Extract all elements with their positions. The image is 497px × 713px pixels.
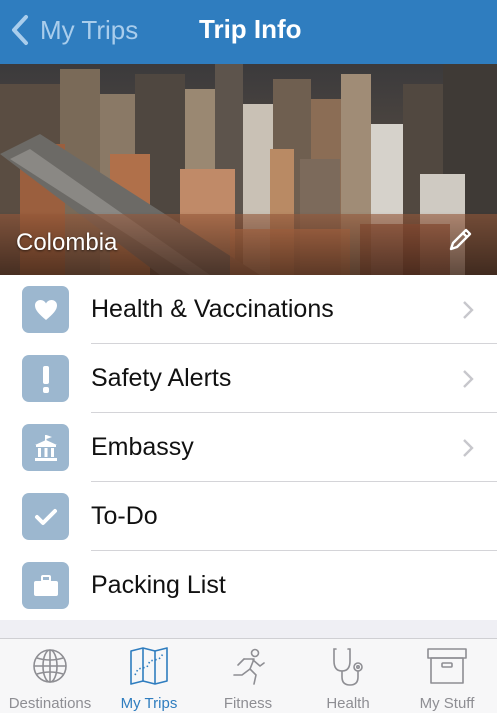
tab-label: My Stuff: [419, 695, 475, 712]
map-icon: [130, 647, 168, 685]
globe-icon: [33, 649, 67, 683]
tab-fitness[interactable]: Fitness: [198, 639, 298, 713]
list-item-label: To-Do: [91, 502, 158, 530]
chevron-right-icon: [463, 370, 474, 388]
back-button[interactable]: My Trips: [8, 10, 138, 50]
list-item-label: Health & Vaccinations: [91, 295, 334, 323]
chevron-right-icon: [463, 301, 474, 319]
tab-bar: Destinations My Trips Fitness Health My …: [0, 638, 497, 713]
tab-label: Fitness: [223, 695, 273, 712]
list-item-label: Embassy: [91, 433, 194, 461]
trip-info-list: Health & Vaccinations Safety Alerts Emba…: [0, 275, 497, 620]
tab-health[interactable]: Health: [298, 639, 398, 713]
nav-bar: My Trips Trip Info: [0, 0, 497, 64]
list-item-embassy[interactable]: Embassy: [0, 413, 497, 482]
list-item-label: Packing List: [91, 571, 226, 599]
tab-label: Health: [326, 695, 370, 712]
exclamation-icon: [22, 355, 69, 402]
list-item-to-do[interactable]: To-Do: [0, 482, 497, 551]
chevron-left-icon: [12, 15, 28, 45]
tab-destinations[interactable]: Destinations: [0, 639, 100, 713]
list-item-packing-list[interactable]: Packing List: [0, 551, 497, 620]
list-item-label: Safety Alerts: [91, 364, 232, 392]
heart-icon: [22, 286, 69, 333]
checkmark-icon: [22, 493, 69, 540]
runner-icon: [233, 648, 265, 685]
tab-label: Destinations: [8, 695, 92, 712]
back-label: My Trips: [40, 14, 139, 45]
tab-label: My Trips: [120, 695, 178, 712]
page-title: Trip Info: [199, 14, 302, 44]
stethoscope-icon: [333, 648, 363, 686]
tab-my-trips[interactable]: My Trips: [99, 639, 199, 713]
building-icon: [22, 424, 69, 471]
suitcase-icon: [22, 562, 69, 609]
chevron-right-icon: [463, 439, 474, 457]
country-name: Colombia: [16, 229, 118, 256]
box-icon: [427, 648, 467, 684]
tab-my-stuff[interactable]: My Stuff: [397, 639, 497, 713]
destination-photo: Colombia: [0, 64, 497, 275]
list-item-safety-alerts[interactable]: Safety Alerts: [0, 344, 497, 413]
list-footer-spacer: [0, 620, 497, 638]
list-item-health[interactable]: Health & Vaccinations: [0, 275, 497, 344]
pencil-icon[interactable]: [445, 225, 475, 255]
